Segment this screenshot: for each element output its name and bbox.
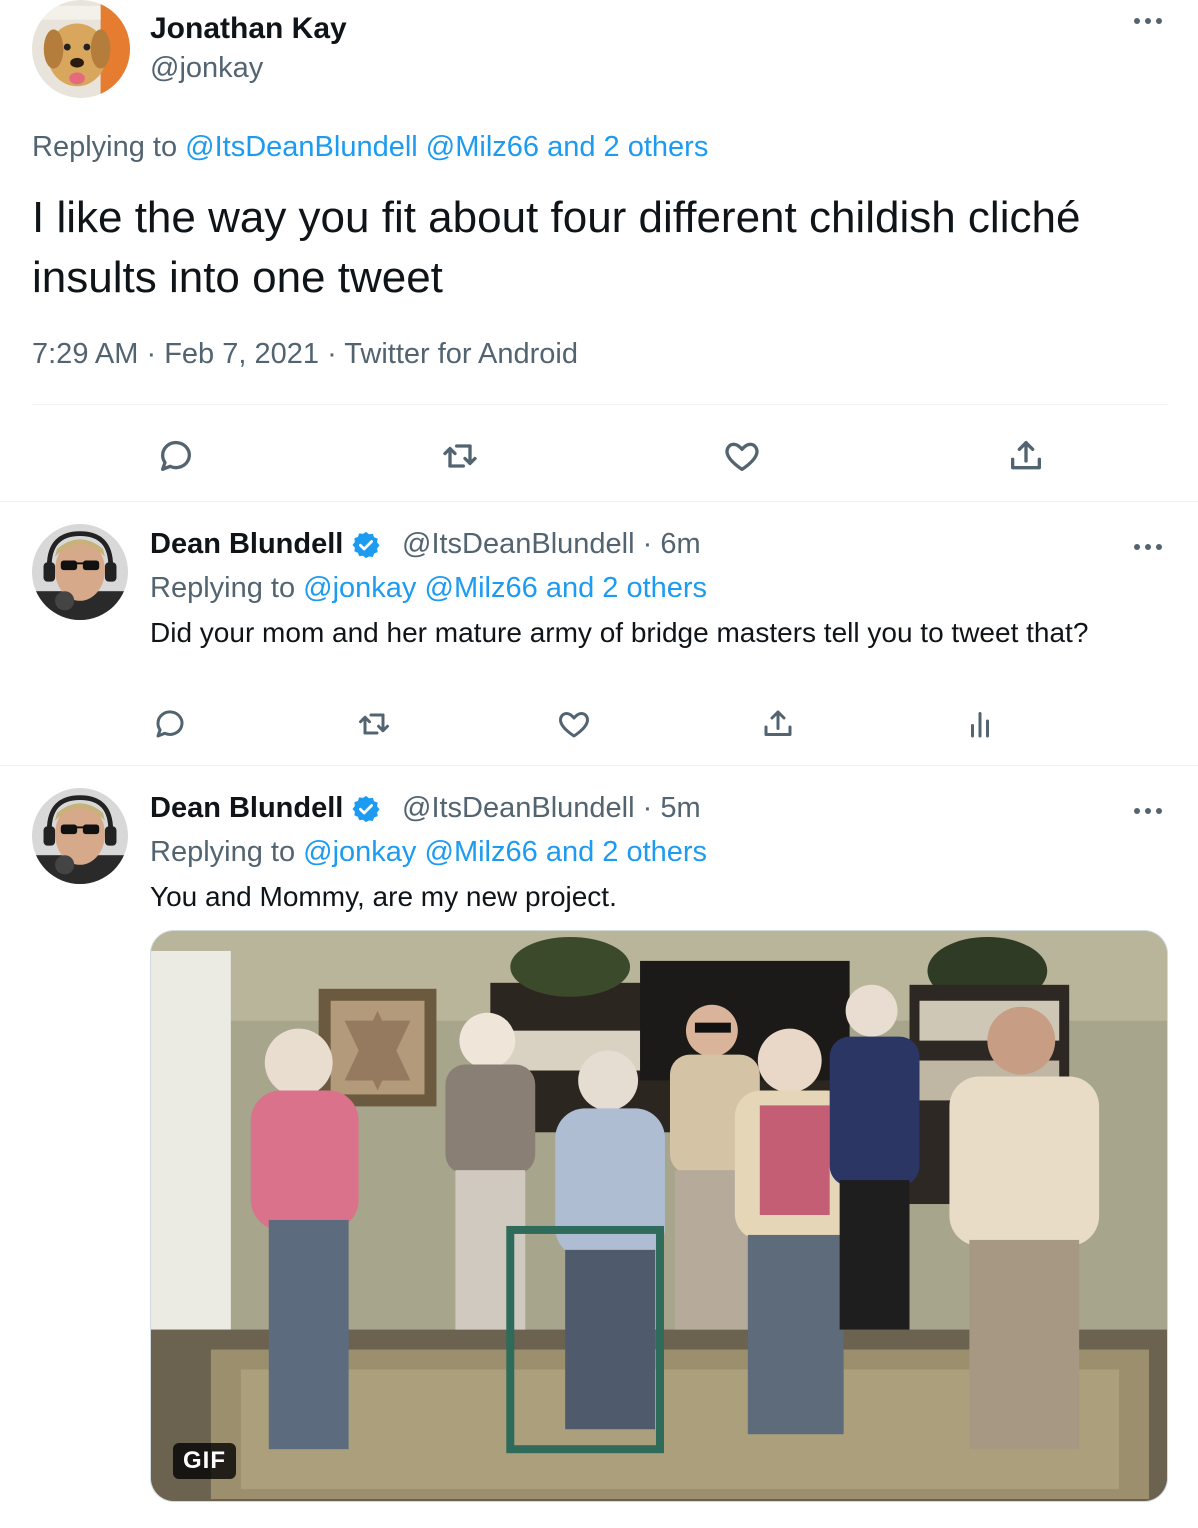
others-link[interactable]: and 2 others <box>547 131 708 163</box>
share-button[interactable] <box>1002 432 1050 480</box>
heart-icon <box>559 712 589 738</box>
retweet-button[interactable] <box>436 432 484 480</box>
divider <box>32 404 1168 405</box>
replying-to-line: Replying to @jonkay @Milz66 and 2 others <box>150 572 707 605</box>
gif-media[interactable]: GIF <box>150 930 1168 1502</box>
author-handle-line: @ItsDeanBlundell · 6m <box>402 528 701 561</box>
retweet-icon <box>359 713 389 735</box>
gif-badge: GIF <box>173 1443 236 1479</box>
analytics-button[interactable] <box>956 700 1004 748</box>
man-headphones-avatar-icon[interactable] <box>32 788 128 884</box>
meta-separator: · <box>642 528 653 560</box>
tweet-meta: 7:29 AM · Feb 7, 2021 · Twitter for Andr… <box>32 338 578 371</box>
meta-separator: · <box>327 338 337 370</box>
others-link[interactable]: and 2 others <box>546 836 707 868</box>
more-options-icon[interactable] <box>1130 10 1166 30</box>
replying-to-line: Replying to @jonkay @Milz66 and 2 others <box>150 836 707 869</box>
tweet-age[interactable]: 5m <box>660 792 700 824</box>
main-tweet: Jonathan Kay @jonkay Replying to @ItsDea… <box>0 0 1198 502</box>
reply-icon <box>156 710 184 738</box>
author-handle-line: @ItsDeanBlundell · 5m <box>402 792 701 825</box>
tweet-age[interactable]: 6m <box>660 528 700 560</box>
mention-link[interactable]: @Milz66 <box>425 836 538 868</box>
mention-link[interactable]: @Milz66 <box>425 572 538 604</box>
like-button[interactable] <box>550 700 598 748</box>
like-button[interactable] <box>718 432 766 480</box>
share-icon <box>1011 441 1041 470</box>
dog-avatar-icon[interactable] <box>32 0 130 98</box>
tweet-source[interactable]: Twitter for Android <box>344 338 578 370</box>
more-options-icon[interactable] <box>1130 800 1166 820</box>
replying-prefix: Replying to <box>150 572 304 604</box>
more-options-icon[interactable] <box>1130 536 1166 556</box>
reply-button[interactable] <box>146 700 194 748</box>
author-handle[interactable]: @ItsDeanBlundell <box>402 792 635 824</box>
tweet-time[interactable]: 7:29 AM <box>32 338 138 370</box>
reply-icon <box>160 440 191 471</box>
tweet-date[interactable]: Feb 7, 2021 <box>164 338 319 370</box>
share-button[interactable] <box>754 700 802 748</box>
reply-tweet: Dean Blundell @ItsDeanBlundell · 6m Repl… <box>0 502 1198 766</box>
meta-separator: · <box>642 792 653 824</box>
author-name-text: Dean Blundell <box>150 528 344 560</box>
reply-button[interactable] <box>152 432 200 480</box>
others-link[interactable]: and 2 others <box>546 572 707 604</box>
share-icon <box>764 710 792 736</box>
author-name[interactable]: Dean Blundell <box>150 792 381 825</box>
mention-link[interactable]: @ItsDeanBlundell <box>185 131 418 163</box>
replying-prefix: Replying to <box>32 131 186 163</box>
author-name[interactable]: Jonathan Kay <box>150 12 347 46</box>
replying-prefix: Replying to <box>150 836 304 868</box>
mention-link[interactable]: @jonkay <box>303 572 416 604</box>
analytics-icon <box>971 712 989 738</box>
retweet-icon <box>443 444 477 468</box>
meta-separator: · <box>146 338 157 370</box>
gif-scene-image <box>151 931 1167 1501</box>
heart-icon <box>725 442 759 471</box>
retweet-button[interactable] <box>350 700 398 748</box>
mention-link[interactable]: @jonkay <box>303 836 416 868</box>
author-handle[interactable]: @ItsDeanBlundell <box>402 528 635 560</box>
tweet-text: I like the way you fit about four differ… <box>32 193 1081 302</box>
author-name-text: Dean Blundell <box>150 792 344 824</box>
verified-badge-icon <box>352 795 380 822</box>
tweet-text: Did your mom and her mature army of brid… <box>150 617 1089 648</box>
verified-badge-icon <box>352 531 380 558</box>
author-name[interactable]: Dean Blundell <box>150 528 381 561</box>
reply-tweet: Dean Blundell @ItsDeanBlundell · 5m Repl… <box>0 766 1198 1528</box>
mention-link[interactable]: @Milz66 <box>426 131 539 163</box>
replying-to-line: Replying to @ItsDeanBlundell @Milz66 and… <box>32 131 708 164</box>
man-headphones-avatar-icon[interactable] <box>32 524 128 620</box>
tweet-text: You and Mommy, are my new project. <box>150 881 617 912</box>
author-handle[interactable]: @jonkay <box>150 52 263 85</box>
